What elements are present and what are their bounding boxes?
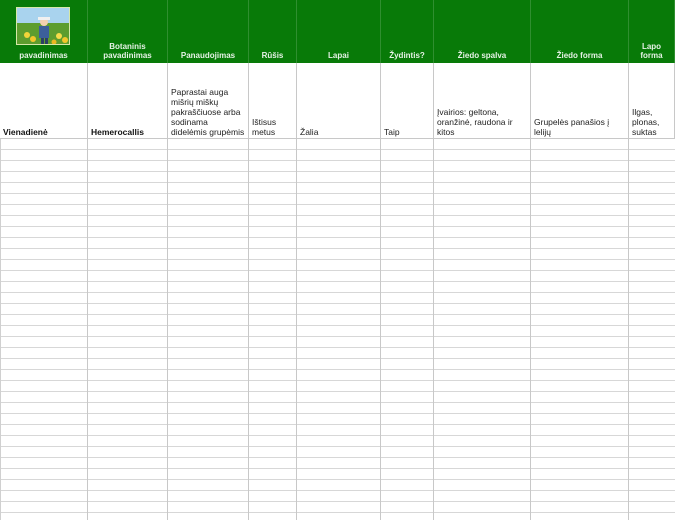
- column-divider: [87, 63, 88, 520]
- cell-pavadinimas[interactable]: Vienadienė: [0, 63, 88, 139]
- header-rusis[interactable]: Rūšis: [249, 0, 297, 63]
- column-divider: [248, 63, 249, 520]
- cell-lapai[interactable]: Žalia: [297, 63, 381, 139]
- column-divider: [433, 63, 434, 520]
- header-row: pavadinimas Botaninis pavadinimas Panaudoj…: [0, 0, 675, 63]
- column-divider: [296, 63, 297, 520]
- cell-ziedo-spalva[interactable]: Įvairios: geltona, oranžinė, raudona ir …: [434, 63, 531, 139]
- header-zydintis[interactable]: Žydintis?: [381, 0, 434, 63]
- header-botaninis-pavadinimas[interactable]: Botaninis pavadinimas: [88, 0, 168, 63]
- header-panaudojimas[interactable]: Panaudojimas: [168, 0, 249, 63]
- column-divider: [530, 63, 531, 520]
- cell-rusis[interactable]: Ištisus metus: [249, 63, 297, 139]
- empty-grid: [0, 139, 675, 520]
- column-divider: [628, 63, 629, 520]
- spreadsheet: pavadinimas Botaninis pavadinimas Panaudoj…: [0, 0, 675, 520]
- cell-lapo-forma[interactable]: Ilgas, plonas, suktas: [629, 63, 675, 139]
- grid-edge: [0, 139, 1, 520]
- cell-panaudojimas[interactable]: Paprastai auga mišrių miškų pakraščiuose…: [168, 63, 249, 139]
- header-pavadinimas[interactable]: pavadinimas: [0, 0, 88, 63]
- header-lapo-forma[interactable]: Lapo forma: [629, 0, 675, 63]
- cell-zydintis[interactable]: Taip: [381, 63, 434, 139]
- data-row: Vienadienė Hemerocallis Paprastai auga miš…: [0, 63, 675, 139]
- header-ziedo-spalva[interactable]: Žiedo spalva: [434, 0, 531, 63]
- column-divider: [380, 63, 381, 520]
- cell-ziedo-forma[interactable]: Grupelės panašios į lelijų: [531, 63, 629, 139]
- header-lapai[interactable]: Lapai: [297, 0, 381, 63]
- header-ziedo-forma[interactable]: Žiedo forma: [531, 0, 629, 63]
- column-divider: [167, 63, 168, 520]
- cell-botaninis-pavadinimas[interactable]: Hemerocallis: [88, 63, 168, 139]
